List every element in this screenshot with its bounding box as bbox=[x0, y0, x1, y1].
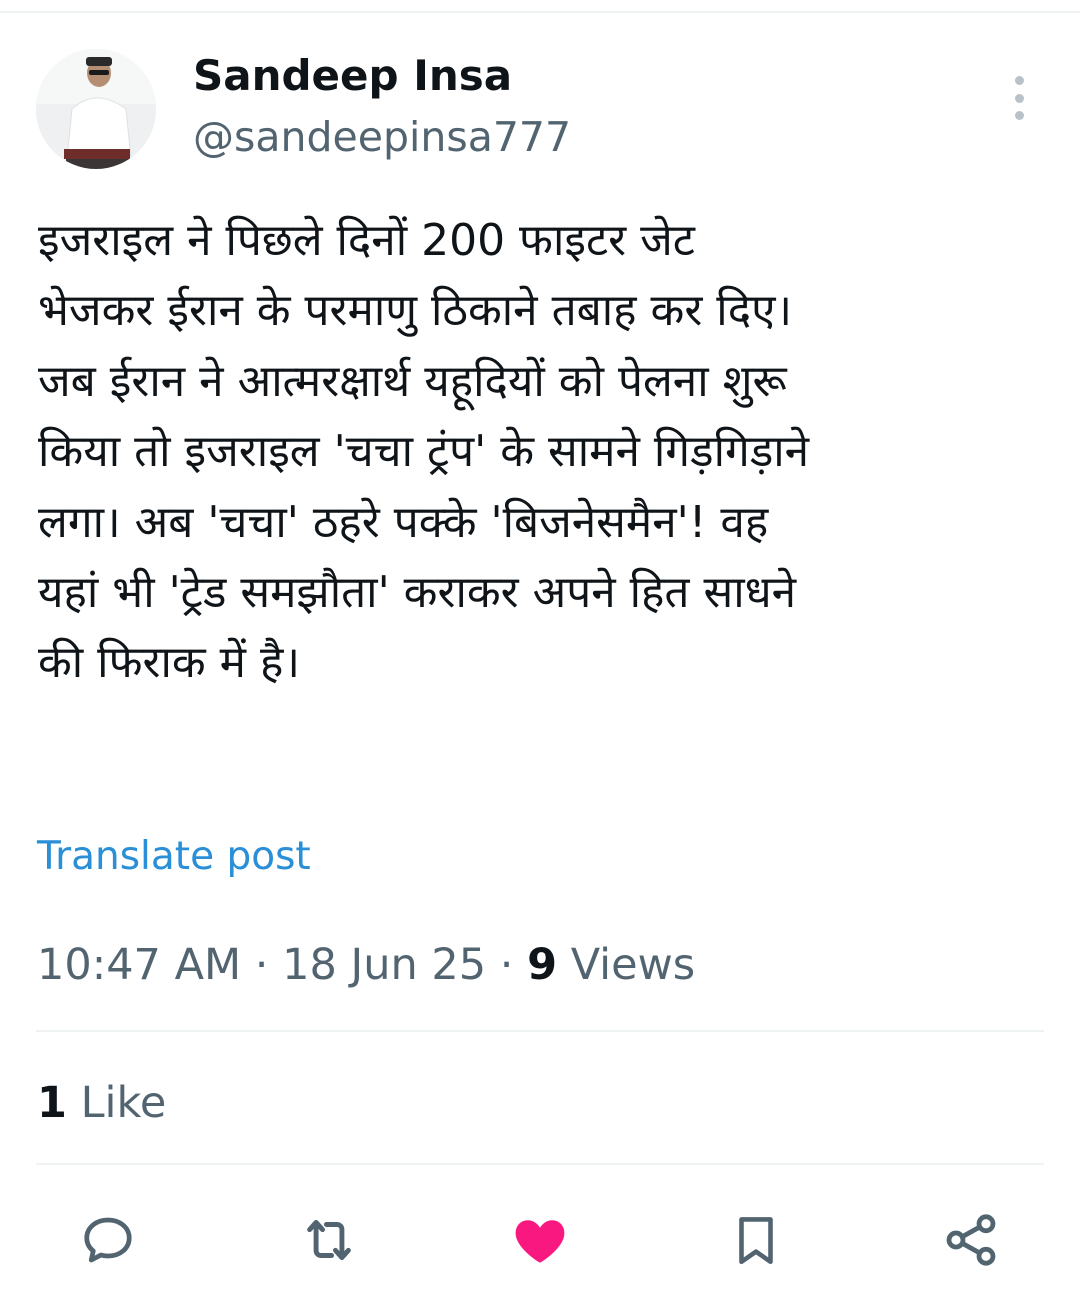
reply-icon bbox=[84, 1217, 132, 1263]
bookmark-button[interactable] bbox=[716, 1200, 796, 1280]
more-dot-icon bbox=[1014, 111, 1024, 120]
tweet-time[interactable]: 10:47 AM bbox=[37, 940, 241, 990]
tweet-meta: 10:47 AM · 18 Jun 25 · 9 Views bbox=[37, 938, 695, 992]
like-count: 1 bbox=[37, 1078, 67, 1128]
divider bbox=[36, 1030, 1044, 1032]
like-icon bbox=[515, 1220, 565, 1263]
more-dot-icon bbox=[1014, 93, 1024, 103]
share-button[interactable] bbox=[931, 1200, 1011, 1280]
share-icon bbox=[946, 1214, 996, 1266]
translate-post-link[interactable]: Translate post bbox=[37, 832, 311, 882]
bookmark-icon bbox=[739, 1217, 773, 1265]
retweet-button[interactable] bbox=[289, 1200, 369, 1280]
top-divider bbox=[0, 11, 1080, 13]
like-label: Like bbox=[66, 1078, 167, 1128]
like-button[interactable] bbox=[500, 1200, 580, 1280]
retweet-icon bbox=[307, 1219, 351, 1261]
more-options-button[interactable] bbox=[1004, 76, 1034, 120]
divider bbox=[36, 1163, 1044, 1165]
meta-separator: · bbox=[241, 940, 283, 990]
author-handle[interactable]: @sandeepinsa777 bbox=[193, 112, 571, 162]
views-count: 9 bbox=[527, 940, 558, 990]
likes-summary[interactable]: 1 Like bbox=[37, 1076, 166, 1130]
avatar-image bbox=[36, 49, 156, 169]
more-dot-icon bbox=[1014, 76, 1024, 85]
avatar[interactable] bbox=[36, 49, 156, 169]
author-display-name[interactable]: Sandeep Insa bbox=[193, 50, 512, 102]
action-bar bbox=[0, 1200, 1080, 1280]
tweet-date[interactable]: 18 Jun 25 bbox=[282, 940, 486, 990]
tweet-text: इजराइल ने पिछले दिनों 200 फाइटर जेट भेजक… bbox=[38, 215, 810, 689]
reply-button[interactable] bbox=[68, 1200, 148, 1280]
meta-separator: · bbox=[486, 940, 528, 990]
views-label: Views bbox=[557, 940, 696, 990]
